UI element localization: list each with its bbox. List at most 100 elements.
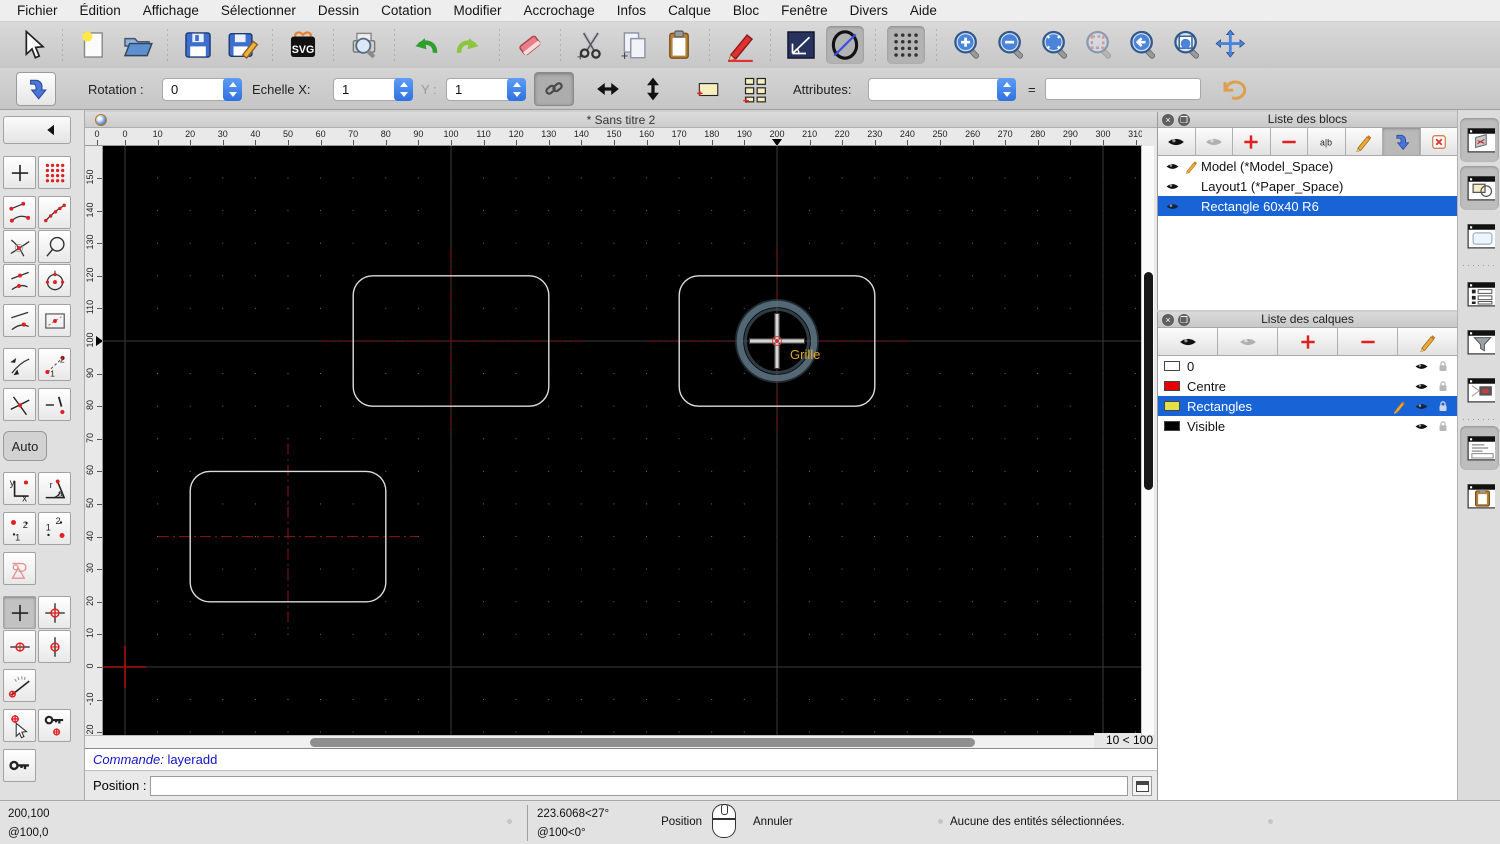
angle-meter-button[interactable]: [3, 669, 36, 702]
menu-cotation[interactable]: Cotation: [370, 3, 442, 18]
snap-center-button[interactable]: [38, 264, 71, 297]
command-line[interactable]: Commande: layeradd: [85, 748, 1157, 770]
vertical-scrollbar[interactable]: [1141, 146, 1154, 735]
zoom-prev-button[interactable]: [1124, 26, 1162, 64]
zoom-in-button[interactable]: [948, 26, 986, 64]
lock-icon[interactable]: [1432, 359, 1454, 373]
paste-button[interactable]: [660, 26, 698, 64]
layer-row[interactable]: Rectangles: [1158, 396, 1457, 416]
horizontal-scrollbar[interactable]: [85, 735, 1094, 748]
panel-layers-toggle[interactable]: [1460, 166, 1499, 210]
cut-button[interactable]: +: [572, 26, 610, 64]
panel-blocks-toggle[interactable]: [1460, 118, 1499, 162]
menu-infos[interactable]: Infos: [606, 3, 657, 18]
menu-aide[interactable]: Aide: [899, 3, 948, 18]
snap-intersection-button[interactable]: [3, 230, 36, 263]
eraser-button[interactable]: [511, 26, 549, 64]
new-file-button[interactable]: [74, 26, 112, 64]
lock-icon[interactable]: [1432, 399, 1454, 413]
menu-dessin[interactable]: Dessin: [307, 3, 370, 18]
menu-fichier[interactable]: Fichier: [6, 3, 69, 18]
menu-edition[interactable]: Édition: [69, 3, 132, 18]
collapse-palette-button[interactable]: [3, 116, 71, 144]
svg-export-button[interactable]: SVG: [284, 26, 322, 64]
menu-bloc[interactable]: Bloc: [722, 3, 770, 18]
snap-middle-button[interactable]: [3, 264, 36, 297]
eye-icon[interactable]: [1410, 379, 1432, 394]
remove-button[interactable]: [1338, 328, 1398, 355]
eye-icon[interactable]: [1163, 179, 1181, 194]
snap-nearest-button[interactable]: [3, 304, 36, 337]
eye-icon[interactable]: [1410, 359, 1432, 374]
stepper-icon[interactable]: [507, 78, 526, 101]
save-as-button[interactable]: [223, 26, 261, 64]
snap-intersection-manual-button[interactable]: [3, 388, 36, 421]
edit-button[interactable]: [1398, 328, 1457, 355]
position-input[interactable]: [150, 776, 1128, 796]
undock-icon[interactable]: ❐: [1178, 114, 1190, 126]
rotation-spinner[interactable]: 0: [162, 78, 242, 101]
snap-constraint-button[interactable]: [38, 388, 71, 421]
coord-polar-button[interactable]: ra: [38, 472, 71, 505]
eye-icon[interactable]: [1163, 199, 1181, 214]
snap-distance-button[interactable]: [38, 304, 71, 337]
layer-row[interactable]: Centre: [1158, 376, 1457, 396]
flip-horizontal-button[interactable]: [588, 72, 628, 106]
close-icon[interactable]: ×: [1162, 114, 1174, 126]
menu-divers[interactable]: Divers: [839, 3, 899, 18]
snap-grid-button[interactable]: [38, 156, 71, 189]
eye-icon[interactable]: [1410, 399, 1432, 414]
zoom-select-button[interactable]: [1080, 26, 1118, 64]
visibility-on-button[interactable]: [1158, 328, 1218, 355]
save-button[interactable]: [179, 26, 217, 64]
edit-button[interactable]: [1345, 128, 1383, 155]
coord-cartesian-button[interactable]: yx: [3, 472, 36, 505]
menu-modifier[interactable]: Modifier: [442, 3, 512, 18]
drawing-canvas[interactable]: Grille: [103, 146, 1141, 735]
eye-icon[interactable]: [1410, 419, 1432, 434]
scale-x-spinner[interactable]: 1: [333, 78, 413, 101]
snap-relative-button[interactable]: 12: [38, 348, 71, 381]
flip-vertical-button[interactable]: [633, 72, 673, 106]
eye-icon[interactable]: [1163, 159, 1181, 174]
attribute-value-input[interactable]: [1045, 78, 1201, 100]
stepper-icon[interactable]: [223, 78, 242, 101]
visibility-on-button[interactable]: [1158, 128, 1196, 155]
rel-point-2-button[interactable]: 12: [38, 512, 71, 545]
print-preview-button[interactable]: [345, 26, 383, 64]
snap-auto-button[interactable]: Auto: [3, 431, 47, 461]
block-row[interactable]: Layout1 (*Paper_Space): [1158, 176, 1457, 196]
restrict-vertical-button[interactable]: [38, 630, 71, 663]
menu-affichage[interactable]: Affichage: [132, 3, 210, 18]
copy-button[interactable]: +: [616, 26, 654, 64]
panel-pen-toggle[interactable]: [1460, 214, 1499, 258]
draw-pen-button[interactable]: [721, 26, 759, 64]
restrict-orthogonal-button[interactable]: [38, 596, 71, 629]
horizontal-scrollbar-thumb[interactable]: [310, 738, 975, 747]
visibility-off-button[interactable]: [1218, 328, 1278, 355]
undo-button[interactable]: [406, 26, 444, 64]
zoom-pan-button[interactable]: [1212, 26, 1250, 64]
panel-command-toggle[interactable]: [1460, 426, 1499, 470]
panel-library-toggle[interactable]: [1460, 272, 1499, 316]
block-row[interactable]: Rectangle 60x40 R6: [1158, 196, 1457, 216]
panel-clipboard-toggle[interactable]: [1460, 474, 1499, 518]
keep-proportions-button[interactable]: [534, 72, 574, 106]
menu-accrochage[interactable]: Accrochage: [512, 3, 605, 18]
zoom-auto-button[interactable]: [1036, 26, 1074, 64]
restrict-nothing-button[interactable]: [3, 596, 36, 629]
set-relative-zero-button[interactable]: [3, 709, 36, 742]
position-options-button[interactable]: [1132, 776, 1152, 796]
undock-icon[interactable]: ❐: [1178, 314, 1190, 326]
remove-button[interactable]: [1270, 128, 1308, 155]
menu-selectionner[interactable]: Sélectionner: [210, 3, 307, 18]
panel-filter-toggle[interactable]: [1460, 320, 1499, 364]
stepper-icon[interactable]: [394, 78, 413, 101]
restrict-horizontal-button[interactable]: [3, 630, 36, 663]
rename-button[interactable]: a|b: [1308, 128, 1346, 155]
snap-free-button[interactable]: [3, 156, 36, 189]
snap-tangent-button[interactable]: [3, 348, 36, 381]
scale-y-spinner[interactable]: 1: [446, 78, 526, 101]
layer-row[interactable]: 0: [1158, 356, 1457, 376]
reset-button[interactable]: [1212, 72, 1252, 106]
